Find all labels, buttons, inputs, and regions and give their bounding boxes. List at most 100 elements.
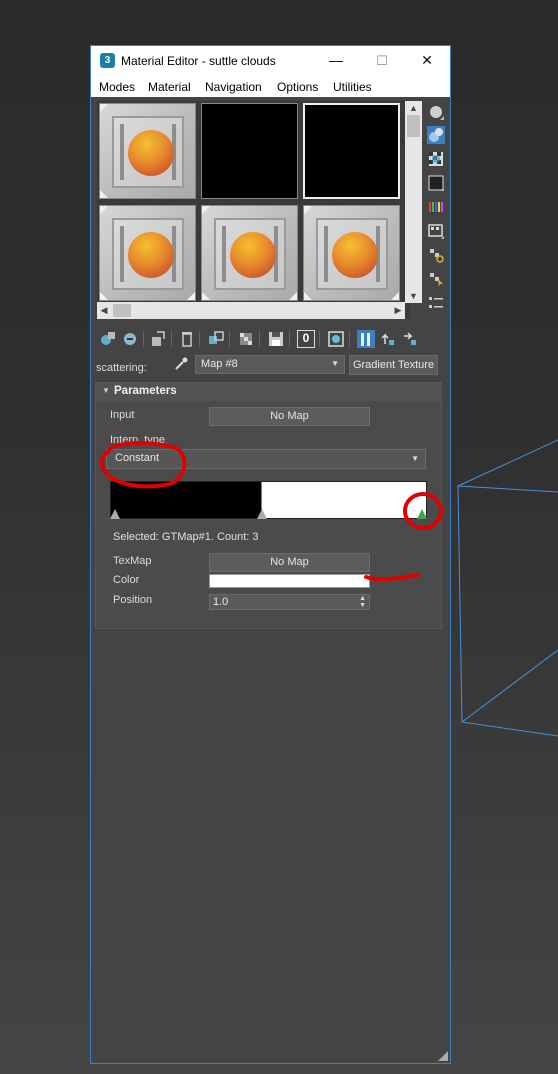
video-color-check-icon[interactable] xyxy=(427,198,445,216)
corner-marker xyxy=(100,292,108,300)
app-icon: 3 xyxy=(100,53,115,68)
close-button[interactable]: ✕ xyxy=(404,46,450,75)
toolbar-separator xyxy=(289,331,290,347)
put-to-scene-icon[interactable] xyxy=(121,330,139,348)
rollout-title: Parameters xyxy=(114,385,177,397)
reset-map-icon[interactable] xyxy=(178,330,196,348)
gradient-flag-3[interactable] xyxy=(417,509,427,519)
menu-material[interactable]: Material xyxy=(148,80,191,94)
menu-bar: Modes Material Navigation Options Utilit… xyxy=(91,75,450,97)
scroll-left-arrow[interactable]: ◀ xyxy=(97,302,111,319)
eyedropper-icon[interactable] xyxy=(173,356,189,372)
sample-slots xyxy=(97,101,410,319)
color-label: Color xyxy=(113,574,140,586)
make-preview-icon[interactable] xyxy=(427,222,445,240)
scroll-down-arrow[interactable]: ▼ xyxy=(405,289,422,303)
scroll-up-arrow[interactable]: ▲ xyxy=(405,101,422,115)
menu-navigation[interactable]: Navigation xyxy=(205,80,262,94)
make-unique-icon[interactable] xyxy=(237,330,255,348)
corner-marker xyxy=(304,292,312,300)
corner-marker xyxy=(100,104,108,112)
put-to-library-icon[interactable] xyxy=(267,330,285,348)
slots-vertical-scrollbar[interactable]: ▲ ▼ xyxy=(405,101,422,303)
toolbar-separator xyxy=(319,331,320,347)
scroll-right-arrow[interactable]: ▶ xyxy=(391,302,405,319)
interp-type-label: Interp. type xyxy=(110,434,166,446)
position-value: 1.0 xyxy=(213,596,229,608)
scroll-thumb[interactable] xyxy=(407,115,420,137)
go-to-parent-icon[interactable] xyxy=(379,330,397,348)
sample-uv-tiling-icon[interactable] xyxy=(427,174,445,192)
sample-sphere xyxy=(230,232,276,278)
sample-sphere xyxy=(128,232,174,278)
title-bar[interactable]: 3 Material Editor - suttle clouds — ☐ ✕ xyxy=(91,46,450,75)
position-spinner[interactable]: 1.0 ▲ ▼ xyxy=(209,594,370,610)
material-id-channel-icon[interactable]: 0 xyxy=(297,330,315,348)
spinner-arrows-icon[interactable]: ▲ ▼ xyxy=(359,595,366,609)
map-slot-label: scattering: xyxy=(96,362,147,374)
corner-marker xyxy=(202,206,210,214)
gradient-ramp[interactable] xyxy=(110,481,427,519)
toolbar-separator xyxy=(349,331,350,347)
sample-slot-6[interactable] xyxy=(303,205,400,301)
input-label: Input xyxy=(110,409,135,421)
sample-slot-1[interactable] xyxy=(99,103,196,199)
collapse-triangle-icon: ▼ xyxy=(102,386,110,395)
toolbar-separator xyxy=(143,331,144,347)
map-name-dropdown[interactable]: Map #8 ▼ xyxy=(195,355,345,374)
sample-slot-3[interactable] xyxy=(303,103,400,199)
input-map-button[interactable]: No Map xyxy=(209,407,370,426)
corner-marker xyxy=(100,190,108,198)
corner-marker xyxy=(391,292,399,300)
sample-type-sphere-icon[interactable] xyxy=(427,103,445,121)
material-editor-window: 3 Material Editor - suttle clouds — ☐ ✕ … xyxy=(90,45,451,1064)
selection-status: Selected: GTMap#1. Count: 3 xyxy=(113,531,259,543)
gradient-flag-2[interactable] xyxy=(257,509,267,519)
menu-modes[interactable]: Modes xyxy=(99,80,135,94)
sample-sphere xyxy=(128,130,174,176)
slots-horizontal-scrollbar[interactable]: ◀ ▶ xyxy=(97,302,405,319)
map-type-button[interactable]: Gradient Texture xyxy=(349,355,438,375)
background-checker-icon[interactable] xyxy=(427,150,445,168)
corner-marker xyxy=(289,292,297,300)
material-map-navigator-icon[interactable] xyxy=(427,294,445,312)
assign-to-selection-icon[interactable] xyxy=(149,330,167,348)
menu-utilities[interactable]: Utilities xyxy=(333,80,372,94)
corner-marker xyxy=(304,206,312,214)
resize-grip-icon[interactable] xyxy=(438,1051,448,1061)
sample-slot-5[interactable] xyxy=(201,205,298,301)
color-swatch[interactable] xyxy=(209,574,370,588)
toolbar-separator xyxy=(199,331,200,347)
gradient-flag-1[interactable] xyxy=(110,509,120,519)
chevron-down-icon: ▼ xyxy=(411,454,419,463)
sample-sphere xyxy=(332,232,378,278)
maximize-button[interactable]: ☐ xyxy=(359,46,405,75)
show-end-result-icon[interactable] xyxy=(357,330,375,348)
interp-type-dropdown[interactable]: Constant ▼ xyxy=(106,449,426,469)
toolbar-separator xyxy=(171,331,172,347)
interp-type-value: Constant xyxy=(115,452,160,464)
corner-marker xyxy=(187,292,195,300)
make-copy-icon[interactable] xyxy=(207,330,225,348)
window-title: Material Editor - suttle clouds xyxy=(121,54,276,68)
sample-slot-4[interactable] xyxy=(99,205,196,301)
map-name-value: Map #8 xyxy=(201,358,238,370)
sample-slot-2[interactable] xyxy=(201,103,298,199)
show-shaded-map-icon[interactable] xyxy=(327,330,345,348)
position-label: Position xyxy=(113,594,153,606)
get-material-icon[interactable] xyxy=(99,330,117,348)
toolbar-separator xyxy=(229,331,230,347)
minimize-button[interactable]: — xyxy=(313,46,359,75)
chevron-down-icon: ▼ xyxy=(331,359,339,368)
parameters-rollout: ▼ Parameters Input No Map Interp. type C… xyxy=(95,382,442,629)
select-by-material-icon[interactable] xyxy=(427,270,445,288)
rollout-header[interactable]: ▼ Parameters xyxy=(96,383,441,401)
menu-options[interactable]: Options xyxy=(277,80,318,94)
texmap-label: TexMap xyxy=(113,555,152,567)
toolbar-separator xyxy=(259,331,260,347)
scroll-thumb[interactable] xyxy=(113,304,131,317)
texmap-button[interactable]: No Map xyxy=(209,553,370,572)
options-icon[interactable] xyxy=(427,246,445,264)
go-forward-sibling-icon[interactable] xyxy=(401,330,419,348)
backlight-icon[interactable] xyxy=(427,126,445,144)
